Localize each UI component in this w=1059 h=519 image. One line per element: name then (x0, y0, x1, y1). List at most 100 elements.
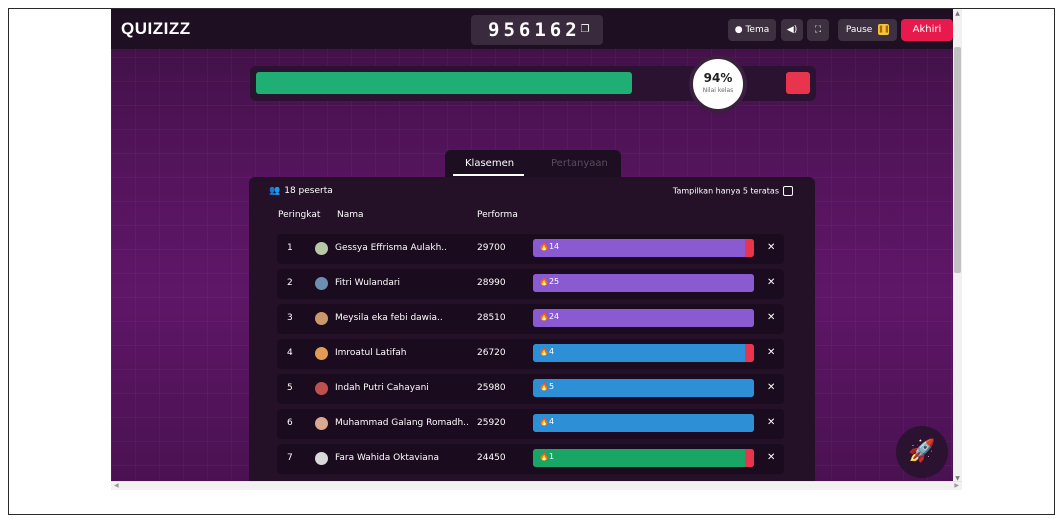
vertical-scrollbar[interactable]: ▲ ▼ (953, 9, 962, 483)
active-tab-indicator (453, 174, 524, 176)
player-name[interactable]: Meysila eka febi dawia.. (335, 313, 443, 323)
remove-player-icon[interactable]: ✕ (767, 242, 775, 253)
copy-icon[interactable]: ❐ (576, 21, 594, 39)
class-score-circle: 94% Nilai kelas (689, 55, 747, 113)
scroll-thumb[interactable] (954, 47, 961, 273)
performance-bar: 🔥25 (533, 274, 754, 292)
row-rank: 3 (287, 313, 293, 323)
player-avatar-icon (315, 277, 328, 290)
volume-button[interactable]: ◀) (781, 19, 803, 41)
streak-count: 🔥4 (539, 347, 554, 356)
quizizz-logo: QUIZIZZ (121, 19, 191, 38)
performance-fill (533, 344, 746, 362)
performance-wrong-fill (745, 344, 754, 362)
fire-icon: 🔥 (539, 242, 549, 251)
player-avatar-icon (315, 312, 328, 325)
performance-fill (533, 309, 754, 327)
remove-player-icon[interactable]: ✕ (767, 452, 775, 463)
leaderboard-row[interactable]: 1 Gessya Effrisma Aulakh.. 29700 🔥14 ✕ (277, 234, 784, 264)
streak-count-value: 25 (548, 277, 560, 286)
top5-label: Tampilkan hanya 5 teratas (672, 186, 779, 196)
view-tabs: Klasemen Pertanyaan (445, 150, 621, 178)
leaderboard-panel: 👥 18 peserta Tampilkan hanya 5 teratas Pe… (249, 177, 815, 483)
player-score: 24450 (477, 453, 506, 463)
player-avatar-icon (315, 452, 328, 465)
row-rank: 4 (287, 348, 293, 358)
scroll-up-arrow-icon[interactable]: ▲ (953, 9, 962, 18)
remove-player-icon[interactable]: ✕ (767, 417, 775, 428)
player-name[interactable]: Fitri Wulandari (335, 278, 400, 288)
top5-toggle[interactable]: Tampilkan hanya 5 teratas (673, 186, 793, 196)
row-rank: 1 (287, 243, 293, 253)
leaderboard-row[interactable]: 2 Fitri Wulandari 28990 🔥25 ✕ (277, 269, 784, 299)
streak-count-value: 4 (548, 417, 555, 426)
rocket-icon: 🚀 (908, 439, 936, 464)
player-score: 25980 (477, 383, 506, 393)
remove-player-icon[interactable]: ✕ (767, 277, 775, 288)
player-avatar-icon (315, 417, 328, 430)
fire-icon: 🔥 (539, 382, 549, 391)
end-button[interactable]: Akhiri (901, 19, 953, 41)
performance-fill (533, 449, 746, 467)
leaderboard-row[interactable]: 5 Indah Putri Cahayani 25980 🔥5 ✕ (277, 374, 784, 404)
performance-fill (533, 379, 754, 397)
player-score: 29700 (477, 243, 506, 253)
rocket-button[interactable]: 🚀 (896, 426, 948, 478)
class-score-caption: Nilai kelas (702, 87, 734, 94)
performance-fill (533, 239, 746, 257)
leaderboard-row[interactable]: 4 Imroatul Latifah 26720 🔥4 ✕ (277, 339, 784, 369)
streak-count-value: 5 (548, 382, 555, 391)
volume-icon: ◀) (786, 25, 798, 35)
performance-bar: 🔥4 (533, 414, 754, 432)
column-header-name: Nama (337, 210, 364, 220)
player-name[interactable]: Imroatul Latifah (335, 348, 407, 358)
player-name[interactable]: Indah Putri Cahayani (335, 383, 429, 393)
tab-leaderboard[interactable]: Klasemen (465, 158, 514, 169)
fire-icon: 🔥 (539, 452, 549, 461)
streak-count: 🔥24 (539, 312, 559, 321)
player-score: 25920 (477, 418, 506, 428)
top5-checkbox[interactable] (783, 186, 793, 196)
remove-player-icon[interactable]: ✕ (767, 382, 775, 393)
player-avatar-icon (315, 382, 328, 395)
performance-fill (533, 274, 754, 292)
fullscreen-button[interactable]: ⛶ (807, 19, 829, 41)
scroll-left-arrow-icon[interactable]: ◀ (114, 482, 119, 490)
remove-player-icon[interactable]: ✕ (767, 312, 775, 323)
theme-button[interactable]: ● Tema (728, 19, 776, 41)
player-name[interactable]: Muhammad Galang Romadh.. (335, 418, 469, 428)
row-rank: 2 (287, 278, 293, 288)
participant-count: 👥 18 peserta (269, 186, 333, 196)
horizontal-scrollbar[interactable]: ◀ ▶ (111, 481, 962, 490)
scroll-right-arrow-icon[interactable]: ▶ (954, 482, 959, 490)
performance-wrong-fill (745, 449, 754, 467)
tab-questions[interactable]: Pertanyaan (551, 158, 608, 169)
leaderboard-row[interactable]: 3 Meysila eka febi dawia.. 28510 🔥24 ✕ (277, 304, 784, 334)
fullscreen-icon: ⛶ (814, 25, 822, 35)
leaderboard-row[interactable]: 7 Fara Wahida Oktaviana 24450 🔥1 ✕ (277, 444, 784, 474)
game-code-box: 956162 ❐ (471, 15, 603, 45)
pause-button[interactable]: Pause ❚❚ (838, 19, 897, 41)
fire-icon: 🔥 (539, 347, 549, 356)
remove-player-icon[interactable]: ✕ (767, 347, 775, 358)
performance-bar: 🔥14 (533, 239, 754, 257)
game-code: 956162 (488, 19, 581, 41)
player-name[interactable]: Fara Wahida Oktaviana (335, 453, 439, 463)
participant-count-text: 18 peserta (284, 186, 333, 196)
performance-bar: 🔥5 (533, 379, 754, 397)
row-rank: 5 (287, 383, 293, 393)
player-score: 26720 (477, 348, 506, 358)
fire-icon: 🔥 (539, 417, 549, 426)
class-score-value: 94% (703, 71, 733, 85)
progress-correct-fill (256, 72, 632, 94)
pause-icon: ❚❚ (878, 24, 890, 35)
player-name[interactable]: Gessya Effrisma Aulakh.. (335, 243, 447, 253)
leaderboard-row[interactable]: 6 Muhammad Galang Romadh.. 25920 🔥4 ✕ (277, 409, 784, 439)
streak-count: 🔥1 (539, 452, 554, 461)
users-icon: 👥 (269, 186, 281, 196)
row-rank: 6 (287, 418, 293, 428)
player-avatar-icon (315, 347, 328, 360)
performance-bar: 🔥1 (533, 449, 754, 467)
performance-wrong-fill (745, 239, 754, 257)
streak-count: 🔥5 (539, 382, 554, 391)
